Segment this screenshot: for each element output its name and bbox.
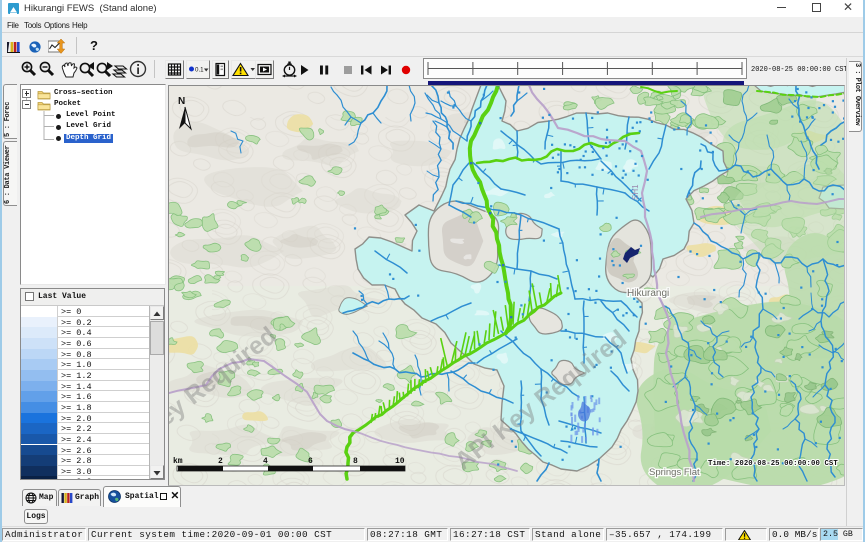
svg-text:10: 10 — [395, 457, 405, 466]
svg-text:4: 4 — [263, 457, 268, 466]
svg-text:N: N — [178, 96, 185, 107]
svg-text:km: km — [173, 457, 183, 466]
svg-text:Time: 2020-08-25 00:00:00 CST: Time: 2020-08-25 00:00:00 CST — [708, 460, 838, 468]
svg-text:Hikurangi: Hikurangi — [627, 288, 669, 299]
svg-text:Springs Flat: Springs Flat — [649, 467, 700, 478]
svg-text:SH1: SH1 — [631, 184, 640, 200]
svg-text:8: 8 — [353, 457, 358, 466]
svg-text:6: 6 — [308, 457, 313, 466]
svg-text:2: 2 — [218, 457, 223, 466]
svg-text:0.1: 0.1 — [195, 67, 204, 74]
